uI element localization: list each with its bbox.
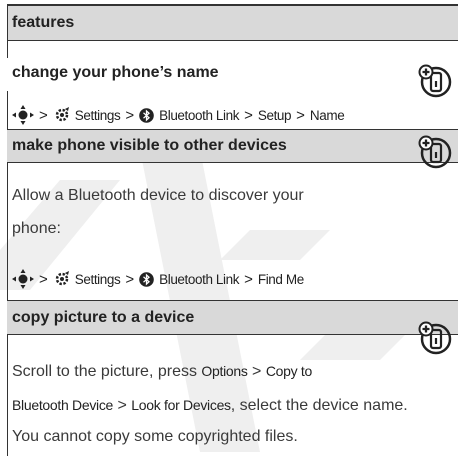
path-item: Find Me — [257, 271, 304, 287]
path-separator: > — [296, 106, 305, 124]
path-item: Settings — [74, 107, 121, 123]
path-item: Setup — [257, 107, 292, 123]
table-header: features — [7, 6, 458, 41]
phone-feature-icon — [418, 64, 452, 98]
bluetooth-icon — [139, 107, 154, 123]
path-separator: > — [39, 270, 48, 288]
desc-text: , select the device name. — [230, 397, 408, 414]
navigation-path: > Settings > Bluetooth Link > Setup > Na… — [12, 105, 345, 125]
settings-icon — [55, 107, 69, 122]
section-description: phone: — [12, 220, 61, 237]
menu-term: Copy to — [265, 363, 312, 379]
phone-feature-icon — [418, 321, 452, 355]
section-title: copy picture to a device — [12, 309, 195, 326]
path-item: Name — [309, 107, 345, 123]
bluetooth-icon — [139, 271, 154, 287]
section-title: change your phone’s name — [12, 64, 219, 81]
desc-text: > — [113, 397, 132, 414]
section-description: Scroll to the picture, press Options > C… — [12, 363, 312, 381]
section-copy-header: copy picture to a device — [7, 301, 458, 335]
navigation-path: > Settings > Bluetooth Link > Find Me — [12, 269, 304, 289]
path-item: Bluetooth Link — [159, 107, 240, 123]
path-item: Bluetooth Link — [159, 271, 240, 287]
desc-text: > — [247, 363, 266, 380]
menu-term: Bluetooth Device — [12, 397, 114, 413]
path-item: Settings — [74, 271, 121, 287]
path-separator: > — [244, 270, 253, 288]
section-visible-header: make phone visible to other devices — [7, 129, 458, 163]
section-title: make phone visible to other devices — [12, 137, 287, 154]
header-title: features — [12, 14, 75, 31]
phone-feature-icon — [418, 135, 452, 169]
features-table: features change your phone’s name > Sett… — [7, 4, 458, 456]
menu-term: Look for Devices — [131, 397, 231, 413]
section-change-name: change your phone’s name — [7, 58, 458, 91]
desc-text: Scroll to the picture, press — [12, 363, 202, 380]
section-description: Bluetooth Device > Look for Devices, sel… — [12, 397, 408, 415]
path-separator: > — [39, 106, 48, 124]
menu-term: Options — [201, 363, 248, 379]
row-rule — [7, 129, 458, 130]
section-description: You cannot copy some copyrighted files. — [12, 428, 298, 445]
path-separator: > — [125, 106, 135, 124]
section-description: Allow a Bluetooth device to discover you… — [12, 187, 304, 204]
settings-icon — [55, 271, 69, 286]
path-separator: > — [244, 106, 253, 124]
path-separator: > — [125, 270, 135, 288]
nav-key-icon — [12, 269, 34, 289]
nav-key-icon — [12, 105, 34, 125]
